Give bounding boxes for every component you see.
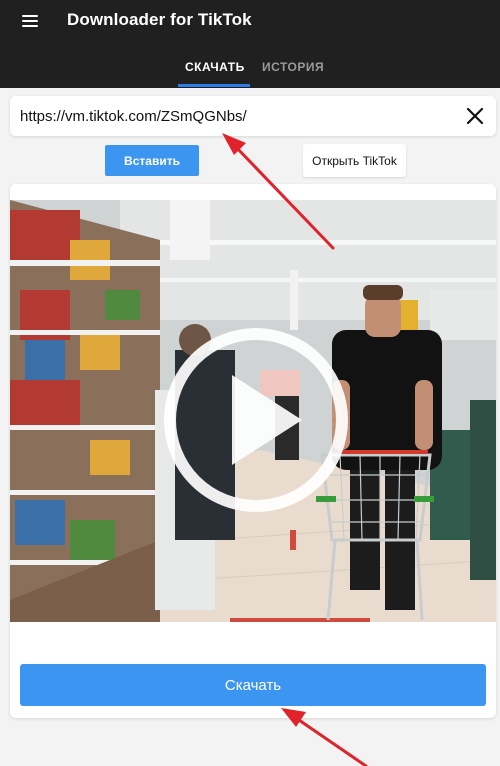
tab-download[interactable]: СКАЧАТЬ [185, 60, 245, 74]
app-bar: Downloader for TikTok СКАЧАТЬ ИСТОРИЯ [0, 0, 500, 88]
open-tiktok-button[interactable]: Открыть TikTok [303, 144, 406, 177]
paste-button[interactable]: Вставить [105, 145, 199, 176]
download-button[interactable]: Скачать [20, 664, 486, 706]
app-title: Downloader for TikTok [67, 10, 252, 29]
video-thumbnail[interactable] [10, 200, 496, 622]
close-icon[interactable] [464, 105, 486, 127]
active-tab-indicator [178, 84, 250, 87]
tab-history[interactable]: ИСТОРИЯ [262, 60, 324, 74]
video-card: Скачать [10, 184, 496, 718]
url-field-card [10, 96, 496, 136]
url-input[interactable] [20, 104, 440, 128]
hamburger-menu-icon[interactable] [18, 10, 44, 32]
